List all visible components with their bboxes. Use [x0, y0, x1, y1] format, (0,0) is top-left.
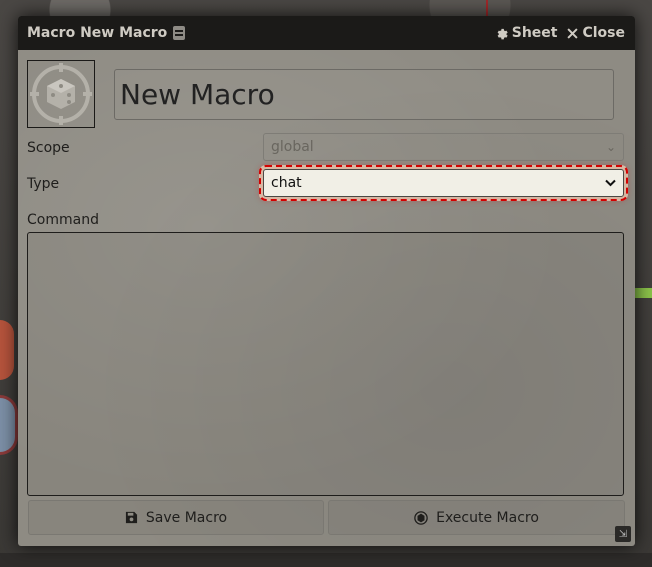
- sheet-label: Sheet: [511, 25, 558, 41]
- macro-image[interactable]: [27, 60, 95, 128]
- canvas-edge: [0, 553, 652, 567]
- execute-macro-button[interactable]: Execute Macro: [328, 500, 625, 535]
- scope-label: Scope: [27, 140, 70, 156]
- scope-value: global: [271, 139, 314, 155]
- command-textarea[interactable]: [27, 232, 624, 496]
- resize-handle[interactable]: ⇲: [615, 526, 631, 542]
- type-label: Type: [27, 176, 60, 192]
- window-header[interactable]: Macro New Macro Sheet Close: [18, 16, 635, 50]
- execute-macro-label: Execute Macro: [436, 509, 539, 526]
- canvas-token: [634, 288, 652, 298]
- canvas-token: [0, 320, 14, 380]
- gear-icon: [497, 28, 508, 40]
- window-title: Macro New Macro: [27, 25, 168, 41]
- sheet-button[interactable]: Sheet: [494, 25, 558, 41]
- save-icon: [125, 511, 137, 524]
- header-controls: Sheet Close: [494, 25, 625, 41]
- close-label: Close: [582, 25, 625, 41]
- type-value: chat: [271, 175, 302, 191]
- close-button[interactable]: Close: [567, 25, 625, 41]
- save-macro-button[interactable]: Save Macro: [28, 500, 324, 535]
- macro-form: Scope global ⌄ Type chat Command Save Ma…: [18, 50, 635, 546]
- command-label: Command: [27, 212, 99, 228]
- canvas-token: [0, 395, 18, 455]
- document-icon[interactable]: [173, 26, 186, 40]
- save-macro-label: Save Macro: [145, 509, 228, 526]
- chevron-down-icon: [605, 179, 616, 187]
- scope-select[interactable]: global ⌄: [263, 133, 624, 161]
- type-select[interactable]: chat: [259, 165, 628, 201]
- macro-config-window: Macro New Macro Sheet Close New Macro Sc…: [18, 16, 635, 546]
- macro-name-input[interactable]: [114, 69, 614, 120]
- dice-icon: [414, 510, 428, 525]
- chevron-down-icon: ⌄: [605, 140, 616, 154]
- x-icon: [567, 27, 579, 39]
- dice-icon: [30, 63, 92, 125]
